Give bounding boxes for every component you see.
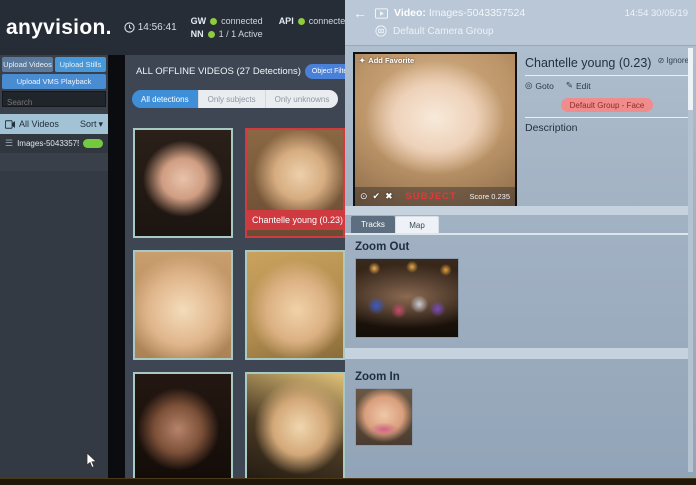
detection-thumbnail-matched[interactable]: Chantelle young (0.23): [245, 128, 345, 238]
video-file-icon: [375, 8, 388, 19]
subject-name: Chantelle young (0.23): [525, 56, 651, 70]
search-input[interactable]: [3, 96, 105, 110]
sidebar-empty-area: [0, 171, 108, 478]
subject-card: ✦ Add Favorite ⊙ ✔ ✖ SUBJECT Score 0.235: [353, 52, 517, 208]
goto-button[interactable]: ◎ Goto: [525, 80, 554, 91]
system-time: 14:56:41: [138, 22, 177, 33]
detail-tabs: Tracks Map: [351, 216, 439, 233]
tab-tracks[interactable]: Tracks: [351, 216, 395, 233]
all-videos-bar[interactable]: All Videos Sort ▾: [0, 114, 108, 134]
description-label: Description: [525, 122, 689, 134]
detection-thumbnail[interactable]: [245, 372, 345, 478]
upload-vms-playback-button[interactable]: Upload VMS Playback: [2, 74, 106, 89]
detections-panel: ALL OFFLINE VIDEOS (27 Detections) Objec…: [125, 55, 345, 478]
object-filter-button[interactable]: Object Filter: [305, 64, 345, 79]
zoom-in-track-image[interactable]: [355, 388, 413, 446]
back-arrow-icon[interactable]: ←: [353, 5, 369, 21]
drag-handle-icon: ☰: [5, 138, 13, 149]
camera-icon[interactable]: ⊙: [360, 192, 368, 201]
section-divider-band: [345, 348, 690, 359]
detection-thumbnail[interactable]: [133, 250, 233, 360]
reject-x-icon[interactable]: ✖: [385, 192, 393, 201]
star-icon: ✦: [359, 56, 365, 65]
edit-label: Edit: [576, 81, 591, 91]
detection-thumbnail[interactable]: [245, 250, 345, 360]
divider: [525, 117, 689, 118]
score-label: Score 0.235: [470, 192, 510, 201]
tab-only-subjects[interactable]: Only subjects: [198, 90, 265, 108]
api-label: API: [279, 15, 294, 28]
detection-timestamp: 14:54 30/05/19: [625, 8, 688, 19]
sort-label: Sort: [80, 119, 97, 129]
edit-pencil-icon: ✎: [566, 80, 573, 91]
ignore-icon: ⊘: [658, 56, 665, 65]
video-name: Images-5043357524: [429, 7, 525, 19]
goto-icon: ◎: [525, 80, 532, 91]
nn-status-text: 1 / 1 Active: [219, 28, 263, 41]
detection-filter-tabs: All detections Only subjects Only unknow…: [132, 90, 338, 108]
divider: [525, 75, 689, 76]
upload-stills-button[interactable]: Upload Stills: [55, 57, 106, 72]
detections-title: ALL OFFLINE VIDEOS (27 Detections): [136, 66, 301, 77]
add-favorite-button[interactable]: ✦ Add Favorite: [359, 56, 414, 65]
camera-group-name: Default Camera Group: [393, 26, 494, 37]
video-label: Video:: [394, 7, 426, 19]
video-item-name: Images-504335752: [17, 139, 79, 148]
subject-photo: ✦ Add Favorite ⊙ ✔ ✖ SUBJECT Score 0.235: [355, 54, 515, 206]
subject-details: Chantelle young (0.23) ⊘ Ignore ◎ Goto ✎…: [525, 56, 689, 134]
monitor-bezel: [0, 478, 696, 485]
api-status-dot: [298, 18, 305, 25]
subject-tag: SUBJECT: [405, 191, 456, 202]
detail-header: ← Video: Images-5043357524 14:54 30/05/1…: [345, 0, 696, 46]
search-box: [2, 91, 106, 107]
top-bar: anyvision. 14:56:41 GW connected API con…: [0, 0, 345, 55]
gw-status-text: connected: [221, 15, 263, 28]
tab-underline: [345, 233, 690, 235]
zoom-in-heading: Zoom In: [355, 371, 400, 383]
mouse-cursor: [86, 452, 98, 469]
zoom-out-track-image[interactable]: [355, 258, 459, 338]
nn-label: NN: [191, 28, 204, 41]
section-divider-band: [345, 206, 690, 215]
clock-icon: [124, 22, 135, 33]
add-favorite-label: Add Favorite: [368, 56, 414, 65]
scrollbar[interactable]: [688, 48, 693, 472]
tab-map[interactable]: Map: [395, 216, 439, 233]
service-status: GW connected API connected NN 1 / 1 Acti…: [191, 15, 351, 41]
chevron-down-icon: ▾: [98, 119, 103, 130]
scrollbar-thumb[interactable]: [688, 48, 693, 110]
upload-videos-button[interactable]: Upload Videos: [2, 57, 53, 72]
tab-only-unknowns[interactable]: Only unknowns: [265, 90, 339, 108]
detection-thumbnail[interactable]: [133, 372, 233, 478]
detail-panel: ← Video: Images-5043357524 14:54 30/05/1…: [345, 0, 696, 478]
anyvision-app-window: anyvision. 14:56:41 GW connected API con…: [0, 0, 696, 485]
video-list-icon: [5, 120, 15, 129]
gw-label: GW: [191, 15, 207, 28]
edit-button[interactable]: ✎ Edit: [566, 80, 591, 91]
panel-gap: [108, 55, 125, 478]
video-active-toggle[interactable]: [83, 139, 103, 148]
sidebar: Upload Videos Upload Stills Upload VMS P…: [0, 55, 108, 478]
video-list-item[interactable]: ☰ Images-504335752: [0, 134, 108, 153]
group-badge: Default Group - Face: [561, 98, 654, 112]
approve-check-icon[interactable]: ✔: [373, 192, 381, 201]
sort-control[interactable]: Sort ▾: [80, 119, 103, 130]
match-name-label: Chantelle young (0.23): [247, 210, 343, 230]
ignore-label: Ignore: [666, 56, 689, 65]
all-videos-label: All Videos: [19, 119, 59, 129]
detection-thumbnail[interactable]: [133, 128, 233, 238]
goto-label: Goto: [535, 81, 553, 91]
zoom-out-heading: Zoom Out: [355, 241, 409, 253]
camera-group-icon: [375, 25, 387, 37]
nn-status-dot: [208, 31, 215, 38]
gw-status-dot: [210, 18, 217, 25]
subject-overlay-bar: ⊙ ✔ ✖ SUBJECT Score 0.235: [355, 187, 515, 206]
anyvision-logo: anyvision.: [6, 16, 112, 40]
ignore-button[interactable]: ⊘ Ignore: [658, 56, 689, 65]
detections-grid: Chantelle young (0.23): [133, 128, 345, 478]
tab-all-detections[interactable]: All detections: [132, 90, 198, 108]
